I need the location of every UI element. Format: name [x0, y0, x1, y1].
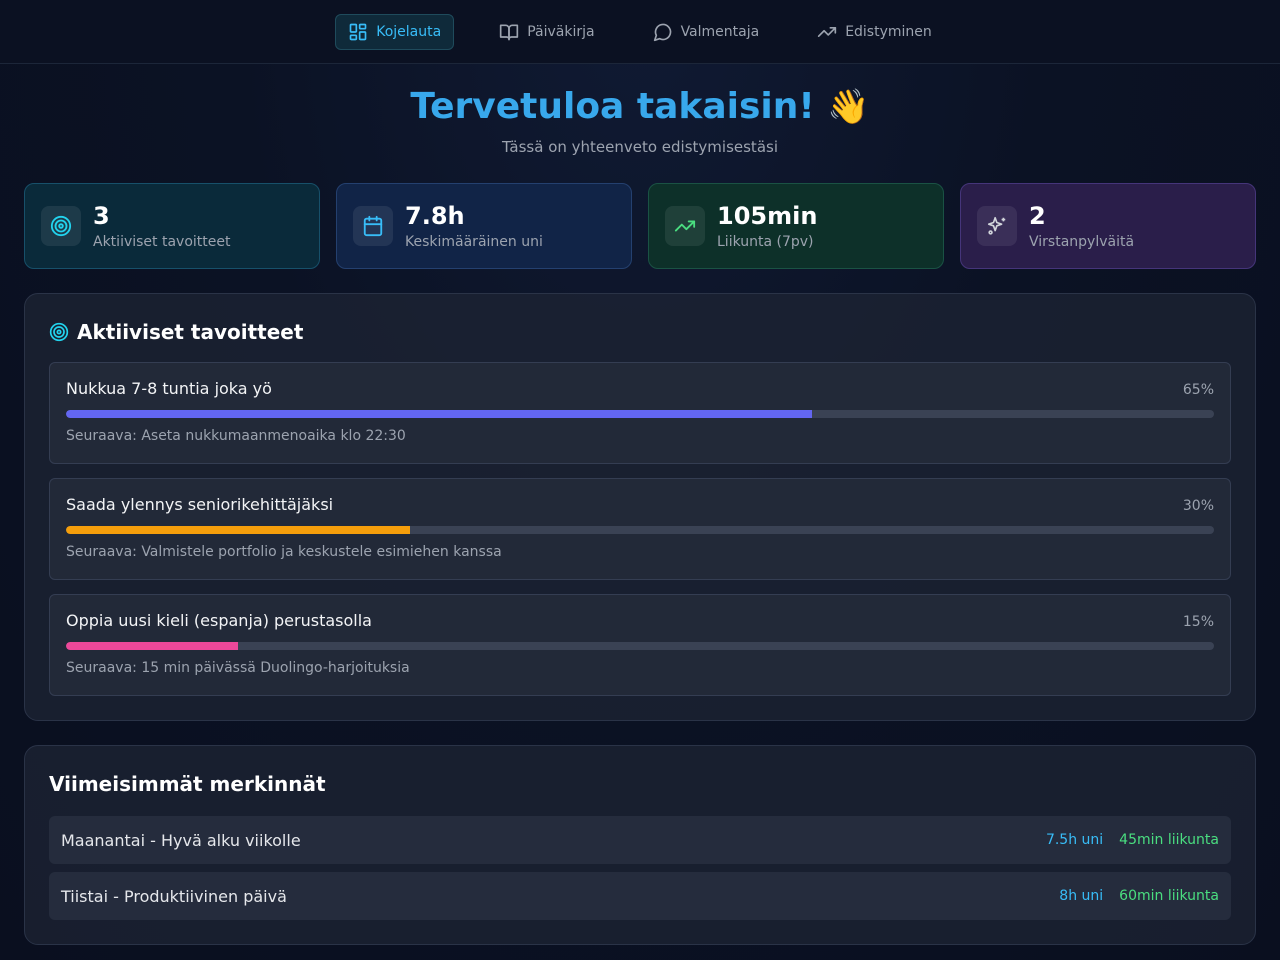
stat-value: 2: [1029, 202, 1046, 230]
goal-title: Saada ylennys seniorikehittäjäksi: [66, 495, 334, 514]
active-goals-panel: Aktiiviset tavoitteet Nukkua 7-8 tuntia …: [24, 293, 1256, 721]
goals-list: Nukkua 7-8 tuntia joka yö 65% Seuraava: …: [49, 362, 1231, 696]
nav-item-progress[interactable]: Edistyminen: [804, 14, 945, 50]
goal-progress-bar: [66, 526, 1214, 534]
entry-tags: 7.5h uni 45min liikunta: [1046, 832, 1219, 848]
entry-title: Maanantai - Hyvä alku viikolle: [61, 830, 301, 850]
stat-icon-box: [41, 206, 81, 246]
goal-next-step: Seuraava: 15 min päivässä Duolingo-harjo…: [66, 660, 410, 676]
nav-label-dashboard: Kojelauta: [376, 23, 442, 40]
stat-value: 7.8h: [405, 202, 465, 230]
trending-up-icon: [674, 220, 696, 232]
calendar-icon: [363, 215, 383, 237]
dashboard-icon: [349, 23, 367, 40]
stats-row: 3 Aktiiviset tavoitteet 7.8h Keskimääräi…: [0, 183, 1280, 269]
stat-card-active-goals[interactable]: 3 Aktiiviset tavoitteet: [24, 183, 320, 269]
stat-label: Keskimääräinen uni: [405, 234, 543, 250]
chat-bubble-icon: [653, 23, 671, 41]
stat-icon-box: [665, 206, 705, 246]
goals-title: Aktiiviset tavoitteet: [49, 318, 1231, 346]
goal-percent: 15%: [1182, 614, 1214, 630]
entry-row[interactable]: Tiistai - Produktiivinen päivä 8h uni 60…: [49, 872, 1231, 920]
recent-entries-panel: Viimeisimmät merkinnät Maanantai - Hyvä …: [24, 745, 1256, 945]
goals-title-text: Aktiiviset tavoitteet: [77, 320, 304, 344]
page-subtitle: Tässä on yhteenveto edistymisestäsi: [502, 138, 778, 156]
entry-row[interactable]: Maanantai - Hyvä alku viikolle 7.5h uni …: [49, 816, 1231, 864]
nav-item-coach[interactable]: Valmentaja: [640, 14, 773, 50]
goal-progress-fill: [66, 410, 813, 418]
wave-emoji: 👋: [827, 87, 870, 127]
goal-percent: 30%: [1182, 498, 1214, 514]
hero: Tervetuloa takaisin! 👋 Tässä on yhteenve…: [0, 64, 1280, 156]
entry-exercise-tag: 60min liikunta: [1119, 888, 1219, 904]
target-icon: [49, 322, 69, 342]
goal-next-step: Seuraava: Valmistele portfolio ja keskus…: [66, 544, 502, 560]
entry-sleep-tag: 8h uni: [1059, 888, 1104, 904]
nav-label-coach: Valmentaja: [680, 23, 760, 40]
target-icon: [50, 215, 72, 237]
stat-card-milestones[interactable]: 2 Virstanpylväitä: [960, 183, 1256, 269]
stat-label: Virstanpylväitä: [1029, 234, 1135, 250]
goal-progress-fill: [66, 642, 239, 650]
goal-percent: 65%: [1182, 382, 1214, 398]
nav-label-progress: Edistyminen: [845, 23, 932, 40]
entry-exercise-tag: 45min liikunta: [1119, 832, 1219, 848]
goal-title: Nukkua 7-8 tuntia joka yö: [66, 379, 272, 398]
entry-title: Tiistai - Produktiivinen päivä: [61, 886, 287, 906]
page-title: Tervetuloa takaisin! 👋: [0, 84, 1280, 130]
stat-card-exercise[interactable]: 105min Liikunta (7pv): [648, 183, 944, 269]
page-title-text: Tervetuloa takaisin!: [410, 86, 815, 127]
goal-card[interactable]: Nukkua 7-8 tuntia joka yö 65% Seuraava: …: [49, 362, 1231, 464]
book-icon: [500, 24, 519, 40]
goal-card[interactable]: Saada ylennys seniorikehittäjäksi 30% Se…: [49, 478, 1231, 580]
stat-card-avg-sleep[interactable]: 7.8h Keskimääräinen uni: [336, 183, 632, 269]
nav-item-dashboard[interactable]: Kojelauta: [335, 13, 455, 50]
stat-value: 3: [93, 202, 110, 230]
nav-item-journal[interactable]: Päiväkirja: [486, 14, 607, 50]
entry-tags: 8h uni 60min liikunta: [1059, 888, 1219, 904]
goal-next-step: Seuraava: Aseta nukkumaanmenoaika klo 22…: [66, 428, 406, 444]
goal-title: Oppia uusi kieli (espanja) perustasolla: [66, 611, 372, 630]
sparkles-icon: [987, 216, 1006, 235]
goal-progress-bar: [66, 410, 1214, 418]
top-nav: Kojelauta Päiväkirja Valmentaja Edistymi…: [0, 0, 1280, 64]
stat-label: Liikunta (7pv): [717, 234, 814, 250]
entries-title: Viimeisimmät merkinnät: [49, 772, 326, 796]
stat-label: Aktiiviset tavoitteet: [93, 234, 231, 250]
trending-up-icon: [818, 26, 837, 37]
stat-icon-box: [353, 206, 393, 246]
goal-progress-bar: [66, 642, 1214, 650]
entry-sleep-tag: 7.5h uni: [1045, 832, 1104, 848]
goal-progress-fill: [66, 526, 411, 534]
goal-card[interactable]: Oppia uusi kieli (espanja) perustasolla …: [49, 594, 1231, 696]
nav-label-journal: Päiväkirja: [527, 23, 595, 40]
entries-list: Maanantai - Hyvä alku viikolle 7.5h uni …: [49, 816, 1231, 920]
stat-icon-box: [977, 206, 1017, 246]
stat-value: 105min: [717, 202, 818, 230]
